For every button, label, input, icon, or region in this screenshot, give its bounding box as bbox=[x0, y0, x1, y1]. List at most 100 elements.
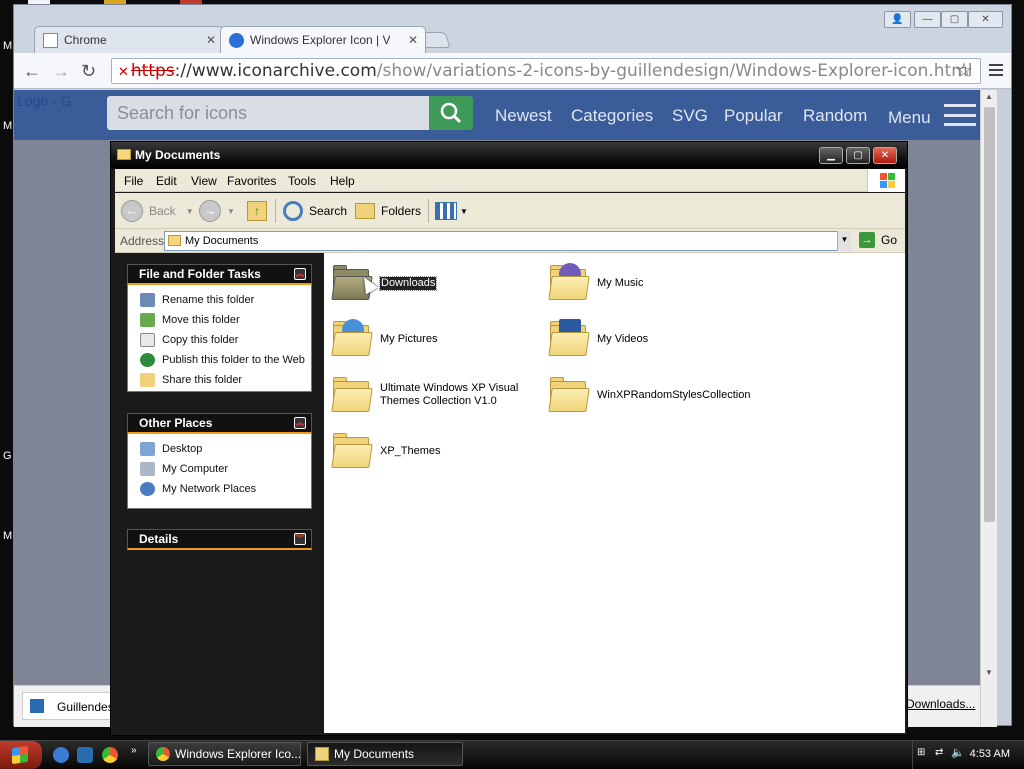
desktop-icon bbox=[140, 442, 155, 456]
scroll-up-arrow-icon[interactable]: ▲ bbox=[985, 92, 993, 101]
chrome-icon bbox=[156, 747, 170, 761]
site-search-input[interactable]: Search for icons bbox=[107, 96, 429, 130]
panel-header[interactable]: Other Places ︽ bbox=[127, 413, 312, 434]
nav-newest[interactable]: Newest bbox=[495, 106, 552, 126]
minimize-button[interactable]: ▁ bbox=[819, 147, 843, 164]
task-share-folder[interactable]: Share this folder bbox=[128, 370, 311, 390]
chrome-icon[interactable] bbox=[102, 747, 118, 763]
search-label: Search bbox=[309, 204, 348, 218]
go-button[interactable]: → Go bbox=[859, 232, 897, 248]
taskbar-chrome-window[interactable]: Windows Explorer Ico... bbox=[148, 742, 301, 766]
place-label: Desktop bbox=[162, 443, 203, 455]
menu-file[interactable]: File bbox=[124, 174, 143, 188]
address-bar[interactable]: ✕ https://www.iconarchive.com/show/variat… bbox=[111, 58, 981, 84]
folder-xp-themes[interactable]: XP_Themes bbox=[331, 431, 441, 471]
place-desktop[interactable]: Desktop bbox=[128, 439, 311, 459]
expand-icon[interactable]: ︾ bbox=[294, 533, 306, 545]
close-button[interactable]: ✕ bbox=[873, 147, 897, 164]
internet-explorer-icon[interactable] bbox=[53, 747, 69, 763]
menu-favorites[interactable]: Favorites bbox=[227, 174, 276, 188]
up-button[interactable]: ↑ bbox=[247, 199, 267, 223]
folder-icon bbox=[331, 431, 373, 471]
back-button[interactable]: ← Back ▼ bbox=[121, 199, 194, 223]
nav-menu[interactable]: Menu bbox=[888, 108, 931, 128]
tab-chrome[interactable]: Chrome ✕ bbox=[34, 26, 224, 53]
menu-tools[interactable]: Tools bbox=[288, 174, 316, 188]
panel-header[interactable]: Details ︾ bbox=[127, 529, 312, 550]
profile-button[interactable]: 👤 bbox=[884, 11, 911, 28]
close-icon[interactable]: ✕ bbox=[206, 33, 216, 47]
address-value: My Documents bbox=[185, 235, 259, 247]
download-item[interactable]: Guillendesig bbox=[22, 692, 123, 720]
scroll-down-arrow-icon[interactable]: ▼ bbox=[985, 668, 993, 677]
desktop-label-4: M bbox=[3, 530, 13, 542]
tab-label: Chrome bbox=[64, 33, 107, 47]
place-my-network[interactable]: My Network Places bbox=[128, 479, 311, 499]
windows-logo-icon bbox=[867, 169, 905, 192]
scroll-thumb[interactable] bbox=[984, 107, 995, 522]
task-copy-folder[interactable]: Copy this folder bbox=[128, 330, 311, 350]
minimize-button[interactable]: — bbox=[914, 11, 941, 28]
folder-ultimate-themes[interactable]: Ultimate Windows XP Visual Themes Collec… bbox=[331, 375, 520, 415]
reload-icon[interactable]: ↻ bbox=[81, 61, 96, 82]
file-label: My Music bbox=[597, 276, 644, 289]
chrome-menu-icon[interactable] bbox=[989, 64, 1003, 76]
tray-arrow-icon[interactable]: ⊞ bbox=[917, 747, 925, 758]
tab-label: Windows Explorer Icon | Var bbox=[250, 33, 390, 47]
task-label: Rename this folder bbox=[162, 294, 255, 306]
task-publish-folder[interactable]: Publish this folder to the Web bbox=[128, 350, 311, 370]
folder-my-videos[interactable]: My Videos bbox=[548, 319, 648, 359]
nav-random[interactable]: Random bbox=[803, 106, 867, 126]
place-my-computer[interactable]: My Computer bbox=[128, 459, 311, 479]
show-all-downloads-link[interactable]: Downloads... bbox=[906, 697, 975, 711]
views-button[interactable]: ▼ bbox=[435, 199, 468, 223]
taskbar-my-documents[interactable]: My Documents bbox=[307, 742, 463, 766]
maximize-button[interactable]: ▢ bbox=[941, 11, 968, 28]
quick-launch-more-icon[interactable]: » bbox=[131, 745, 137, 756]
search-icon bbox=[440, 102, 462, 124]
nav-popular[interactable]: Popular bbox=[724, 106, 783, 126]
network-icon[interactable]: ⇄ bbox=[935, 747, 943, 758]
forward-arrow-icon[interactable]: → bbox=[52, 61, 70, 82]
back-arrow-icon[interactable]: ← bbox=[23, 61, 41, 82]
hamburger-icon[interactable] bbox=[944, 104, 976, 126]
site-logo[interactable]: Logo - G bbox=[17, 93, 109, 111]
quick-launch-icon[interactable] bbox=[77, 747, 93, 763]
start-button[interactable] bbox=[0, 741, 42, 769]
folder-my-pictures[interactable]: My Pictures bbox=[331, 319, 437, 359]
collapse-icon[interactable]: ︽ bbox=[294, 268, 306, 280]
tab-windows-explorer-icon[interactable]: Windows Explorer Icon | Var ✕ bbox=[220, 26, 426, 53]
menu-view[interactable]: View bbox=[191, 174, 217, 188]
forward-button[interactable]: → ▼ bbox=[199, 199, 235, 223]
folder-winxp-random-styles[interactable]: WinXPRandomStylesCollection bbox=[548, 375, 750, 415]
folder-downloads[interactable]: Downloads bbox=[331, 263, 438, 303]
nav-categories[interactable]: Categories bbox=[571, 106, 653, 126]
url-path: /show/variations-2-icons-by-guillendesig… bbox=[376, 61, 973, 81]
page-scrollbar[interactable]: ▲ ▼ bbox=[980, 90, 997, 727]
toolbar-separator bbox=[428, 199, 429, 223]
volume-icon[interactable]: 🔈 bbox=[951, 746, 965, 759]
panel-header[interactable]: File and Folder Tasks ︽ bbox=[127, 264, 312, 285]
task-move-folder[interactable]: Move this folder bbox=[128, 310, 311, 330]
collapse-icon[interactable]: ︽ bbox=[294, 417, 306, 429]
menu-edit[interactable]: Edit bbox=[156, 174, 177, 188]
site-search-button[interactable] bbox=[429, 96, 473, 130]
address-dropdown-button[interactable]: ▼ bbox=[837, 231, 851, 251]
close-button[interactable]: ✕ bbox=[968, 11, 1003, 28]
menu-help[interactable]: Help bbox=[330, 174, 355, 188]
close-icon[interactable]: ✕ bbox=[408, 33, 418, 47]
bookmark-star-icon[interactable]: ☆ bbox=[955, 58, 973, 83]
search-button[interactable]: Search bbox=[283, 199, 347, 223]
file-folder-tasks-panel: File and Folder Tasks ︽ Rename this fold… bbox=[127, 264, 312, 392]
favicon-icon bbox=[229, 32, 244, 48]
share-icon bbox=[140, 373, 155, 387]
address-input[interactable]: My Documents bbox=[164, 231, 850, 251]
folder-my-music[interactable]: My Music bbox=[548, 263, 644, 303]
explorer-window: My Documents ▁ ▢ ✕ File Edit View Favori… bbox=[110, 141, 908, 736]
network-icon bbox=[140, 482, 155, 496]
maximize-button[interactable]: ▢ bbox=[846, 147, 870, 164]
task-rename-folder[interactable]: Rename this folder bbox=[128, 290, 311, 310]
nav-svg[interactable]: SVG bbox=[672, 106, 708, 126]
explorer-title-bar[interactable]: My Documents ▁ ▢ ✕ bbox=[111, 142, 907, 169]
folders-button[interactable]: Folders bbox=[355, 199, 421, 223]
